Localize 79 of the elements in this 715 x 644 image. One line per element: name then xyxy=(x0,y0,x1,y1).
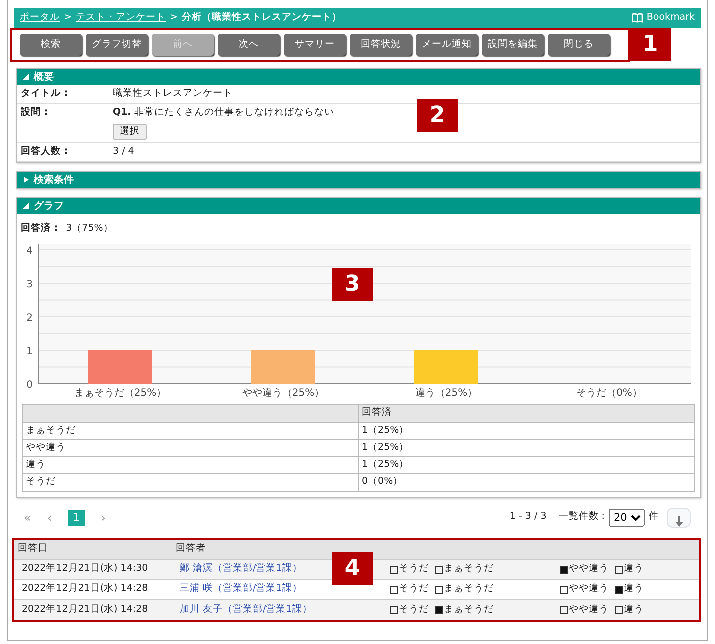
field-label: 設問 : xyxy=(21,106,50,120)
option-label: やや違う xyxy=(569,562,609,576)
toolbar-button[interactable]: 設問を編集 xyxy=(482,34,544,56)
axis-tick-label: 3 xyxy=(26,280,33,291)
bookmark-link[interactable]: Bookmark xyxy=(632,10,695,26)
next-page-link[interactable]: › xyxy=(101,508,106,526)
field-label: 回答人数 : xyxy=(21,144,70,159)
breadcrumb-current: 分析（職業性ストレスアンケート） xyxy=(182,10,342,25)
axis-tick-label: 4 xyxy=(26,246,33,258)
book-icon xyxy=(632,13,643,23)
axis-category-label: 違う（25%） xyxy=(415,388,478,400)
option-label: まぁそうだ xyxy=(444,602,494,617)
field-value: 職業性ストレスアンケート xyxy=(113,87,233,101)
field-value: 3 / 4 xyxy=(113,144,134,159)
axis-tick-label: 1 xyxy=(26,346,33,358)
toolbar-button[interactable]: サマリー xyxy=(284,34,346,56)
section-header[interactable]: 検索条件 xyxy=(17,172,700,188)
chart-bar xyxy=(88,350,152,384)
unit-label: 件 xyxy=(649,510,659,524)
previous-page-link[interactable]: ‹ xyxy=(47,508,52,526)
chart-bar xyxy=(252,350,316,384)
result-range: 1 - 3 / 3 xyxy=(510,510,547,524)
option-label: やや違う xyxy=(569,602,609,617)
table-cell: 0（0%） xyxy=(358,474,694,491)
breadcrumb-separator: > xyxy=(170,10,178,25)
toolbar-button[interactable]: 検索 xyxy=(20,34,82,56)
option-label: 違う xyxy=(624,562,644,576)
answered-value: 3（75%） xyxy=(66,222,114,236)
breadcrumb-link[interactable]: ポータル xyxy=(20,10,60,26)
respondent-link[interactable]: 三浦 咲（営業部/営業1課） xyxy=(180,583,302,594)
option-label: 違う xyxy=(624,602,644,617)
axis-category-label: そうだ（0%） xyxy=(576,388,642,400)
table-cell: やや違う xyxy=(22,439,358,456)
option-label: そうだ xyxy=(399,602,429,617)
field-label: タイトル : xyxy=(21,87,70,101)
answered-label: 回答済 : xyxy=(21,222,58,236)
option-label: そうだ xyxy=(399,582,429,596)
option-label: そうだ xyxy=(399,562,429,576)
table-cell: まぁそうだ xyxy=(22,422,358,440)
option-label: 違う xyxy=(624,582,644,596)
toolbar-button[interactable]: 回答状況 xyxy=(350,34,412,56)
table-cell: そうだ xyxy=(22,474,358,491)
chart-bar xyxy=(414,350,478,384)
option-label: まぁそうだ xyxy=(444,582,494,596)
callout-marker: 2 xyxy=(417,99,458,132)
breadcrumb-link[interactable]: テスト・アンケート xyxy=(76,10,166,26)
toolbar-button[interactable]: グラフ切替 xyxy=(86,34,148,56)
table-cell: 2022年12月21日(水) 14:30 xyxy=(14,560,172,580)
download-button[interactable] xyxy=(667,508,691,528)
axis-category-label: やや違う（25%） xyxy=(242,388,325,400)
axis-tick-label: 2 xyxy=(26,313,33,324)
callout-marker: 1 xyxy=(630,28,671,61)
per-page-select[interactable]: 20 xyxy=(609,508,645,526)
option-label: やや違う xyxy=(569,582,609,596)
page-button[interactable]: 1 xyxy=(68,510,86,526)
toolbar-button[interactable]: メール通知 xyxy=(416,34,478,56)
per-page-label: 一覧件数 : xyxy=(558,510,605,524)
toolbar-button[interactable]: 閉じる xyxy=(548,34,610,56)
select-button[interactable]: 選択 xyxy=(113,124,147,140)
callout-marker: 3 xyxy=(332,268,373,301)
breadcrumb-separator: > xyxy=(64,10,72,25)
table-cell: 1（25%） xyxy=(358,439,694,456)
first-page-link[interactable]: « xyxy=(24,508,32,526)
section-header[interactable]: グラフ xyxy=(17,198,700,214)
field-value: Q1. 非常にたくさんの仕事をしなければならない xyxy=(113,106,334,120)
callout-marker: 4 xyxy=(332,552,373,584)
table-header-cell: 回答日 xyxy=(14,540,172,560)
table-cell: 1（25%） xyxy=(358,422,694,440)
section-header[interactable]: 概要 xyxy=(17,69,700,85)
table-header-cell: 回答済 xyxy=(358,404,694,422)
axis-category-label: まぁそうだ（25%） xyxy=(74,388,167,400)
toolbar-button[interactable]: 次へ xyxy=(218,34,280,56)
option-label: まぁそうだ xyxy=(444,562,494,576)
table-cell: 1（25%） xyxy=(358,456,694,474)
table-cell: 2022年12月21日(水) 14:28 xyxy=(14,600,172,620)
download-icon xyxy=(674,516,684,527)
axis-tick-label: 0 xyxy=(26,380,33,392)
table-cell: 違う xyxy=(22,456,358,474)
table-header-cell: 回答者 xyxy=(172,540,352,560)
